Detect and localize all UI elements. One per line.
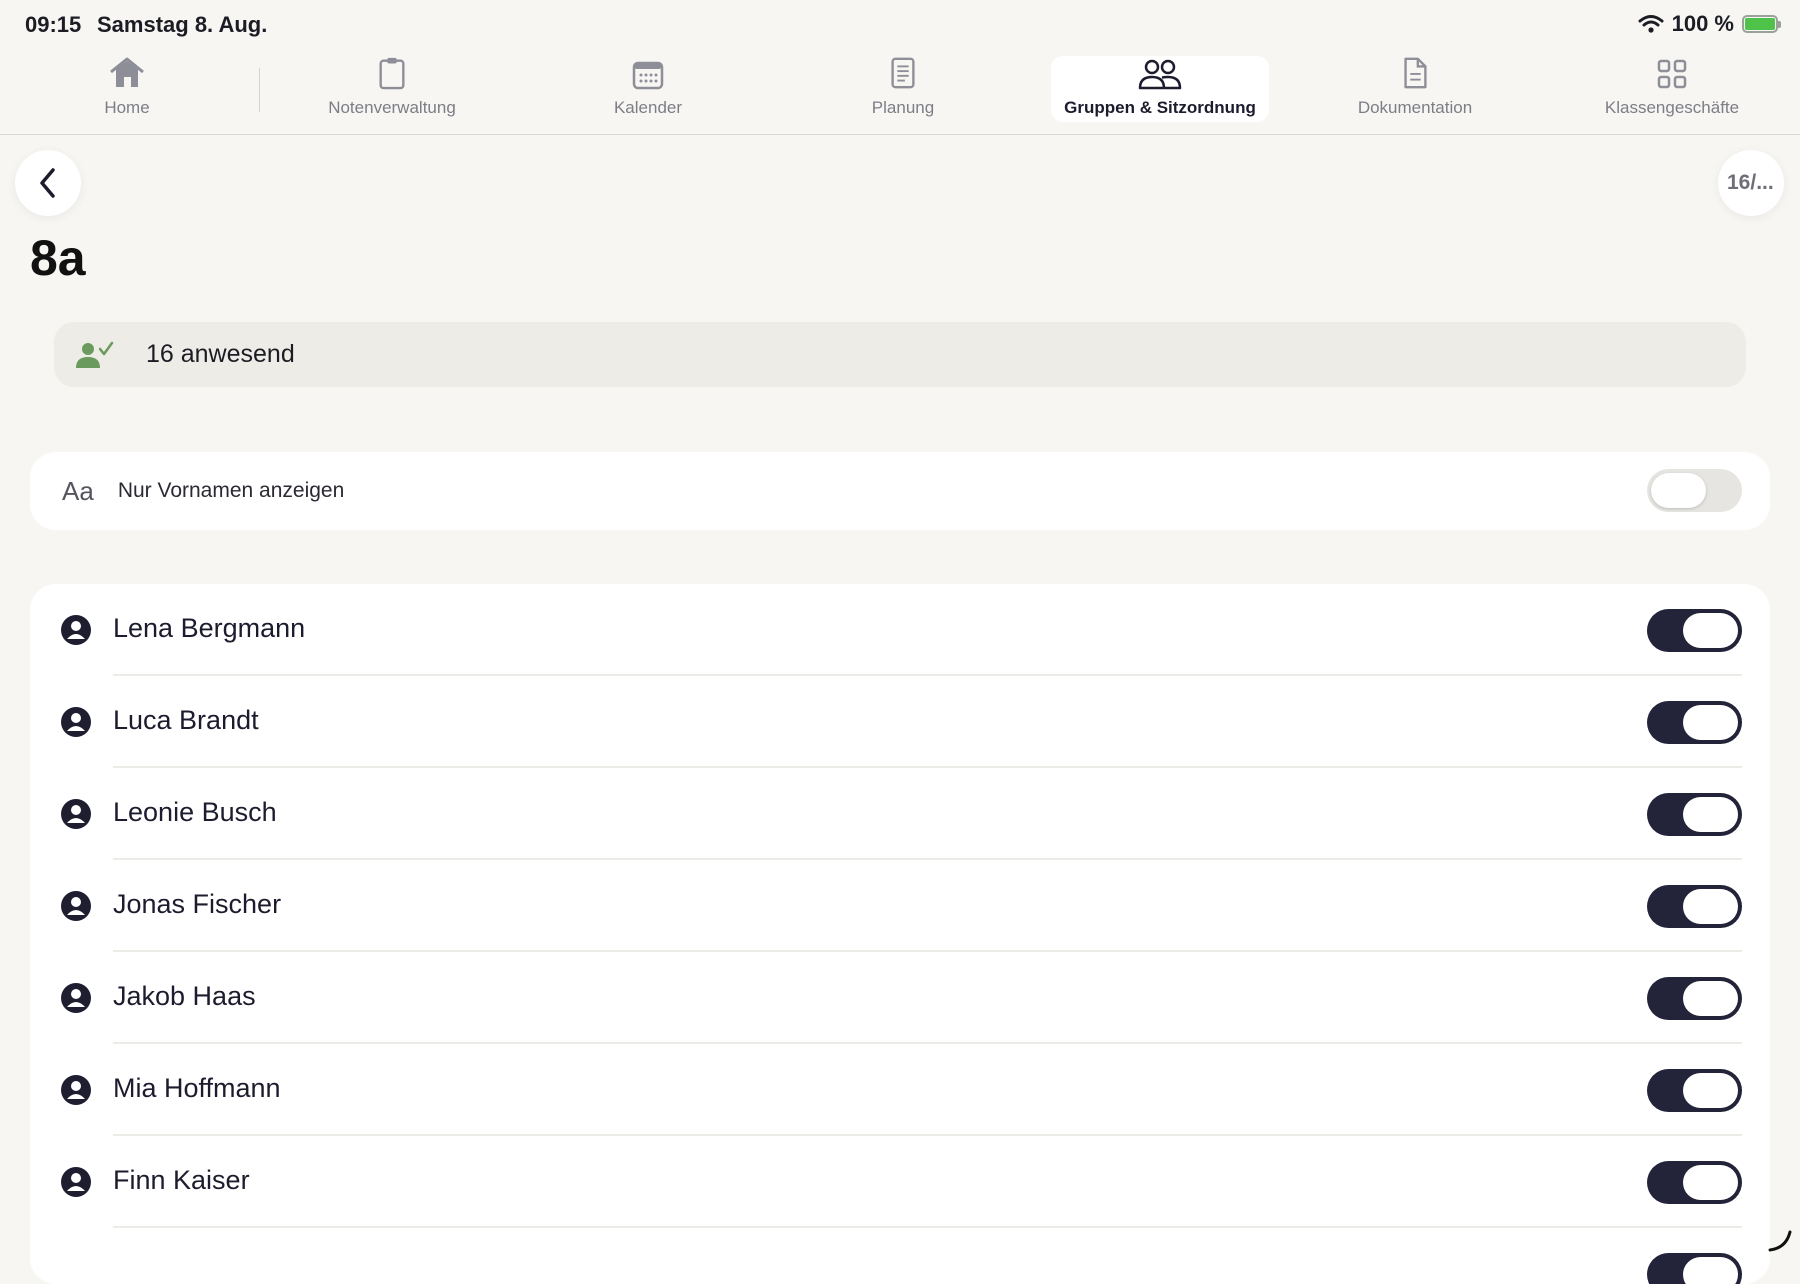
presence-label: 16 anwesend [146,340,295,368]
first-names-toggle[interactable] [1647,469,1742,512]
tab-label: Notenverwaltung [328,98,456,117]
student-name: Jonas Fischer [113,889,282,919]
battery-percent: 100 % [1671,11,1734,36]
person-icon [61,799,91,829]
corner-indicator-icon [1768,1230,1792,1252]
attendance-toggle[interactable] [1647,701,1742,744]
chevron-left-icon [40,168,55,198]
attendance-toggle[interactable] [1647,1253,1742,1284]
list-item: Finn Kaiser [30,1136,1770,1228]
text-size-icon: Aa [62,475,94,506]
status-indicators: 100 % [1638,11,1781,37]
tab-label: Home [104,98,150,117]
tab-planung[interactable]: Planung [843,56,963,122]
list-item: Lena Bergmann [30,584,1770,676]
document-icon [1404,57,1427,89]
tab-kalender[interactable]: Kalender [583,56,713,122]
tab-dokumentation[interactable]: Dokumentation [1340,56,1490,122]
person-icon [61,983,91,1013]
calendar-icon [632,61,664,90]
list-item: Luca Brandt [30,676,1770,768]
people-icon [1138,59,1182,90]
list-item: Mia Hoffmann [30,1044,1770,1136]
attendance-count-button[interactable]: 16/... [1718,150,1784,216]
document-lines-icon [891,57,915,89]
tab-divider [259,68,260,112]
status-bar: 09:15 Samstag 8. Aug. 100 % [0,0,1800,48]
house-icon [110,57,144,87]
student-list: Lena Bergmann Luca Brandt Leonie Busch J… [30,584,1770,1284]
back-button[interactable] [15,150,81,216]
attendance-toggle[interactable] [1647,885,1742,928]
person-icon [61,707,91,737]
attendance-toggle[interactable] [1647,1161,1742,1204]
attendance-toggle[interactable] [1647,1069,1742,1112]
first-names-setting: Aa Nur Vornamen anzeigen [30,452,1770,530]
presence-summary: 16 anwesend [54,322,1746,387]
list-item: Leonie Busch [30,768,1770,860]
tab-label: Planung [871,98,935,117]
status-date: Samstag 8. Aug. [97,12,268,37]
student-name: Mia Hoffmann [113,1073,281,1103]
clipboard-icon [379,57,405,90]
student-name: Luca Brandt [113,705,259,735]
person-icon [61,891,91,921]
attendance-toggle[interactable] [1647,793,1742,836]
tab-label: Klassengeschäfte [1604,98,1740,117]
tab-label: Kalender [613,98,683,117]
person-icon [61,1167,91,1197]
tab-label: Gruppen & Sitzordnung [1064,98,1256,117]
tab-bar: Home Notenverwaltung Kalender Planung Gr… [0,48,1800,135]
page-title: 8a [30,230,86,286]
student-name: Leonie Busch [113,797,277,827]
student-name: Finn Kaiser [113,1165,250,1195]
list-item: Jakob Haas [30,952,1770,1044]
list-item-partial [30,1228,1770,1284]
student-name: Jakob Haas [113,981,256,1011]
wifi-icon [1638,15,1664,33]
tab-home[interactable]: Home [67,56,187,122]
tab-notenverwaltung[interactable]: Notenverwaltung [291,56,493,122]
person-icon [61,1075,91,1105]
first-names-label: Nur Vornamen anzeigen [117,479,345,502]
person-check-icon [76,341,114,368]
status-time: 09:15 [25,12,82,37]
list-item: Jonas Fischer [30,860,1770,952]
person-icon [61,615,91,645]
tab-label: Dokumentation [1357,98,1473,117]
battery-icon [1742,15,1781,33]
tab-gruppen-sitzordnung[interactable]: Gruppen & Sitzordnung [1051,56,1269,122]
student-name: Lena Bergmann [113,613,306,643]
grid-icon [1657,59,1687,89]
tab-klassengeschaefte[interactable]: Klassengeschäfte [1588,56,1756,122]
attendance-toggle[interactable] [1647,609,1742,652]
attendance-toggle[interactable] [1647,977,1742,1020]
